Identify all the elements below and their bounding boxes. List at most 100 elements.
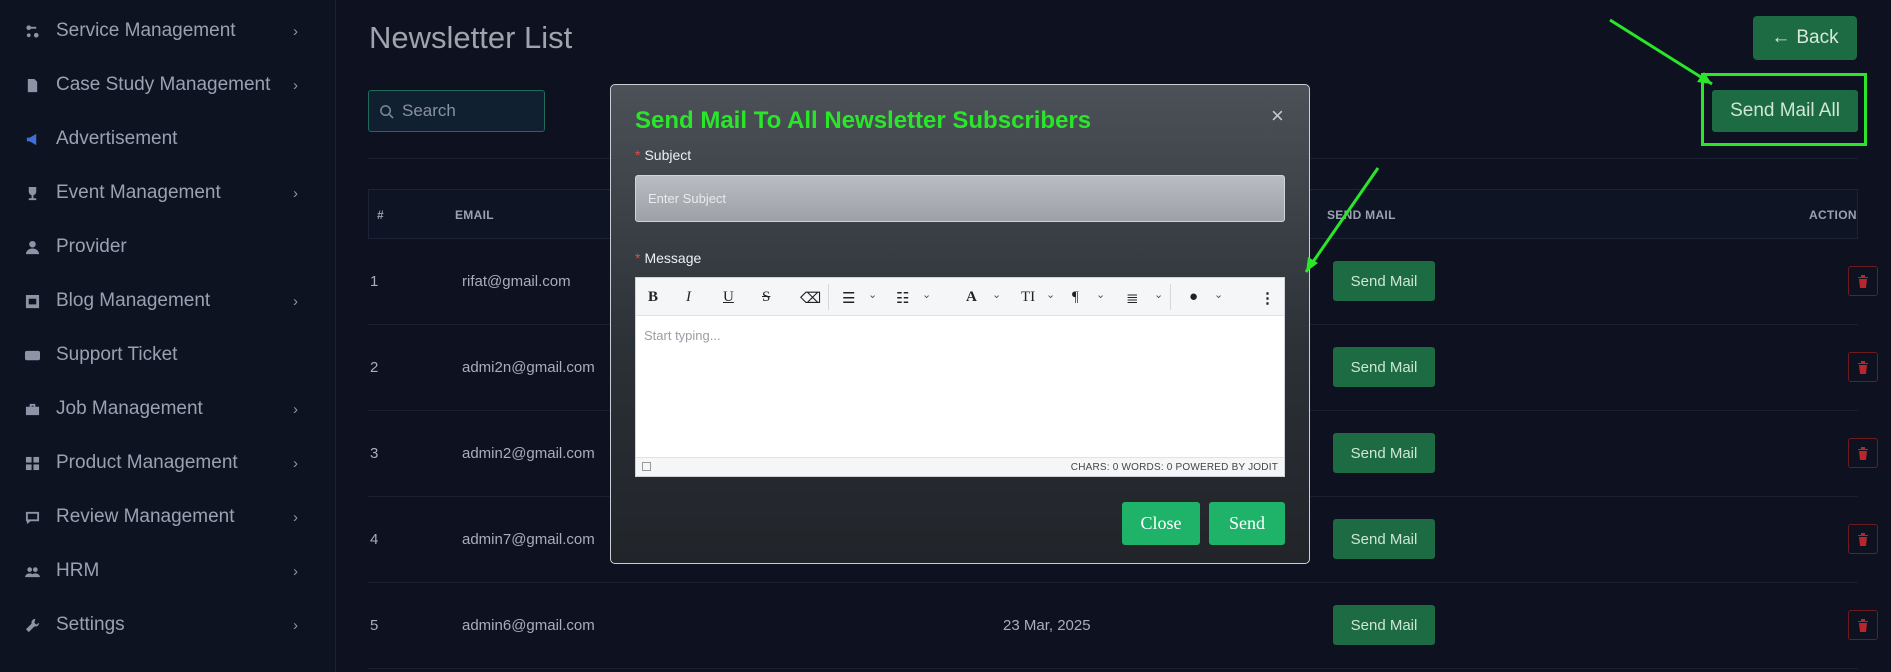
source-icon[interactable] [642, 462, 651, 471]
editor-status: CHARS: 0 WORDS: 0 POWERED BY JODIT [1070, 462, 1278, 473]
send-mail-all-button[interactable]: Send Mail All [1712, 90, 1858, 132]
review-icon [24, 509, 40, 525]
send-mail-button[interactable]: Send Mail [1333, 605, 1435, 645]
editor-content[interactable]: Start typing... [644, 328, 721, 343]
sidebar-item-service-management[interactable]: Service Management › [0, 4, 336, 58]
trash-icon [1858, 446, 1868, 460]
sidebar-item-product-management[interactable]: Product Management › [0, 436, 336, 490]
sidebar-item-label: Settings [56, 614, 125, 635]
table-row: 5 admin6@gmail.com 23 Mar, 2025 Send Mai… [368, 583, 1878, 669]
megaphone-icon [24, 131, 40, 147]
row-email: rifat@gmail.com [462, 273, 571, 290]
chevron-down-icon[interactable]: ⌄ [1154, 288, 1163, 301]
chevron-right-icon: › [293, 184, 298, 202]
subject-label: * Subject [635, 147, 691, 163]
sidebar-item-event-management[interactable]: Event Management › [0, 166, 336, 220]
chevron-right-icon: › [293, 400, 298, 418]
send-mail-button[interactable]: Send Mail [1333, 347, 1435, 387]
ticket-icon [24, 347, 40, 363]
delete-button[interactable] [1848, 352, 1878, 382]
chevron-right-icon: › [293, 292, 298, 310]
bold-icon[interactable]: B [648, 289, 658, 306]
delete-button[interactable] [1848, 438, 1878, 468]
subject-input[interactable] [635, 175, 1285, 222]
sidebar-item-settings[interactable]: Settings › [0, 598, 336, 652]
row-date: 23 Mar, 2025 [1003, 617, 1091, 634]
eraser-icon[interactable]: ⌫ [800, 289, 821, 308]
italic-icon[interactable]: I [686, 289, 691, 306]
row-email: admin7@gmail.com [462, 531, 595, 548]
color-icon[interactable]: ● [1189, 289, 1198, 306]
strikethrough-icon[interactable]: S [762, 289, 770, 306]
row-index: 5 [370, 617, 379, 634]
align-icon[interactable]: ≣ [1126, 289, 1139, 308]
close-button[interactable]: Close [1122, 502, 1200, 545]
search-input[interactable] [402, 101, 532, 121]
chevron-down-icon[interactable]: ⌄ [1046, 288, 1055, 301]
back-button[interactable]: ← Back [1753, 16, 1857, 60]
sidebar-item-hrm[interactable]: HRM › [0, 544, 336, 598]
chevron-down-icon[interactable]: ⌄ [1214, 288, 1223, 301]
sidebar-item-label: Blog Management [56, 290, 211, 311]
message-label-text: Message [644, 250, 702, 266]
font-icon[interactable]: A [966, 289, 977, 306]
sidebar-item-label: Advertisement [56, 128, 178, 149]
underline-icon[interactable]: U [723, 289, 734, 306]
editor-statusbar: CHARS: 0 WORDS: 0 POWERED BY JODIT [636, 457, 1284, 476]
search-box [368, 90, 545, 132]
row-index: 2 [370, 359, 379, 376]
delete-button[interactable] [1848, 610, 1878, 640]
bullet-list-icon[interactable]: ☰ [842, 289, 855, 308]
row-email: admin6@gmail.com [462, 617, 595, 634]
more-icon[interactable]: ⋮ [1260, 289, 1275, 308]
search-icon [380, 104, 394, 119]
rich-text-editor: B I U S ⌫ ☰ ⌄ ☷ ⌄ A ⌄ TI ⌄ ¶ ⌄ ≣ ⌄ ● ⌄ ⋮… [635, 277, 1285, 477]
send-mail-button[interactable]: Send Mail [1333, 433, 1435, 473]
send-button[interactable]: Send [1209, 502, 1285, 545]
font-size-icon[interactable]: TI [1021, 289, 1035, 306]
sidebar-item-label: Service Management [56, 20, 236, 41]
trash-icon [1858, 532, 1868, 546]
trophy-icon [24, 185, 40, 201]
send-mail-all-highlight: Send Mail All [1701, 73, 1867, 146]
chevron-down-icon[interactable]: ⌄ [868, 288, 877, 301]
grid-icon [24, 455, 40, 471]
sidebar-item-label: Provider [56, 236, 127, 257]
sidebar-item-label: HRM [56, 560, 100, 581]
chevron-right-icon: › [293, 508, 298, 526]
numbered-list-icon[interactable]: ☷ [896, 289, 909, 308]
send-mail-button[interactable]: Send Mail [1333, 261, 1435, 301]
sidebar-item-case-study[interactable]: Case Study Management › [0, 58, 336, 112]
sidebar-item-label: Review Management [56, 506, 235, 527]
paragraph-icon[interactable]: ¶ [1072, 289, 1079, 306]
chevron-right-icon: › [293, 562, 298, 580]
chevron-right-icon: › [293, 454, 298, 472]
column-header-action: ACTION [1809, 208, 1857, 222]
sidebar-item-label: Job Management [56, 398, 203, 419]
blog-icon [24, 293, 40, 309]
close-icon[interactable]: × [1271, 103, 1284, 129]
sidebar-item-advertisement[interactable]: Advertisement [0, 112, 336, 166]
page-title: Newsletter List [369, 20, 573, 55]
wrench-icon [24, 617, 40, 633]
sidebar-item-label: Support Ticket [56, 344, 178, 365]
row-index: 4 [370, 531, 379, 548]
chevron-down-icon[interactable]: ⌄ [992, 288, 1001, 301]
editor-toolbar: B I U S ⌫ ☰ ⌄ ☷ ⌄ A ⌄ TI ⌄ ¶ ⌄ ≣ ⌄ ● ⌄ ⋮ [636, 278, 1284, 316]
send-mail-button[interactable]: Send Mail [1333, 519, 1435, 559]
chevron-right-icon: › [293, 22, 298, 40]
required-mark: * [635, 147, 641, 163]
arrow-left-icon: ← [1771, 27, 1791, 48]
sidebar-item-review-management[interactable]: Review Management › [0, 490, 336, 544]
sidebar-item-blog-management[interactable]: Blog Management › [0, 274, 336, 328]
delete-button[interactable] [1848, 524, 1878, 554]
sidebar-item-label: Case Study Management [56, 74, 271, 95]
trash-icon [1858, 360, 1868, 374]
sidebar-item-provider[interactable]: Provider [0, 220, 336, 274]
sidebar-item-job-management[interactable]: Job Management › [0, 382, 336, 436]
sidebar-item-support-ticket[interactable]: Support Ticket [0, 328, 336, 382]
delete-button[interactable] [1848, 266, 1878, 296]
chevron-down-icon[interactable]: ⌄ [922, 288, 931, 301]
modal-title: Send Mail To All Newsletter Subscribers [635, 107, 1092, 134]
chevron-down-icon[interactable]: ⌄ [1096, 288, 1105, 301]
